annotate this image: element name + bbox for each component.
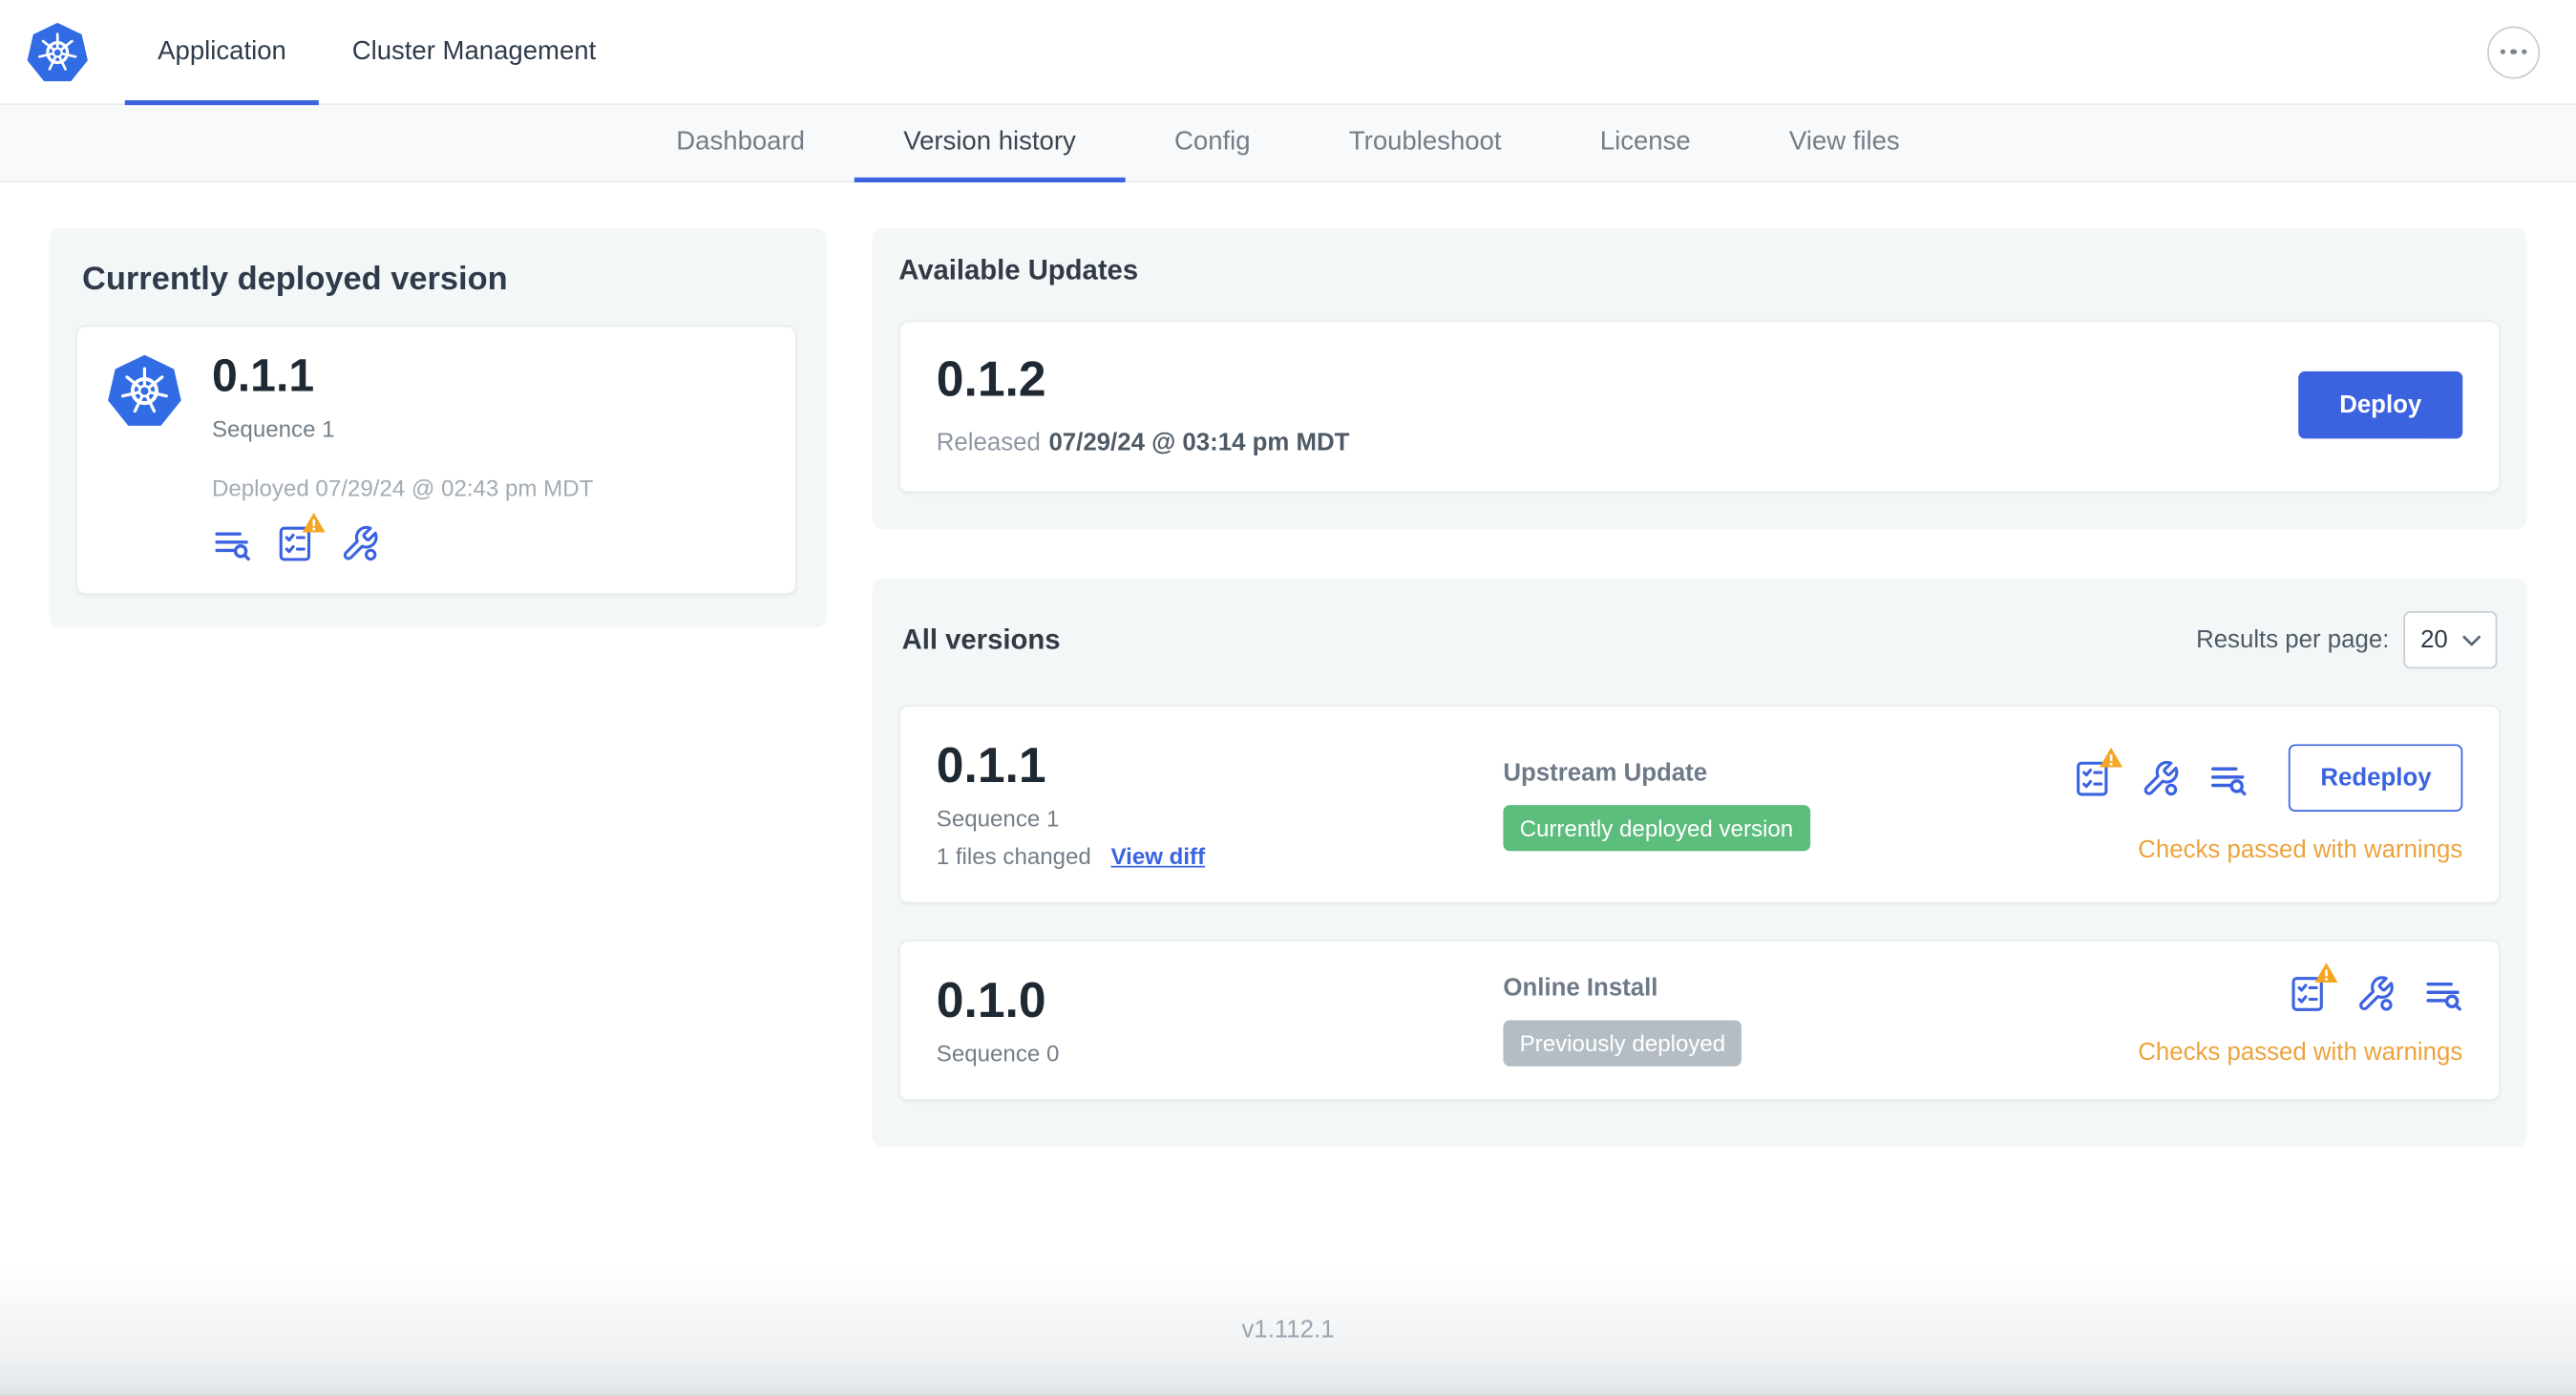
redeploy-button[interactable]: Redeploy (2289, 744, 2463, 813)
results-per-page-select[interactable]: 20 (2403, 611, 2498, 669)
all-versions-header: All versions Results per page: 20 (898, 604, 2501, 669)
currently-deployed-panel: Currently deployed version 0.1.1 Sequenc… (49, 228, 827, 628)
warning-triangle-icon (303, 513, 326, 533)
results-per-page-value: 20 (2420, 625, 2448, 654)
update-version-number: 0.1.2 (936, 352, 1046, 408)
row-version-number: 0.1.0 (936, 974, 1046, 1029)
row-files-line: 1 files changed View diff (937, 843, 1504, 870)
subnav-version-history-label: Version history (903, 128, 1076, 157)
subnav-view-files-label: View files (1788, 128, 1900, 157)
subnav-view-files[interactable]: View files (1740, 105, 1949, 180)
warning-triangle-icon (2314, 962, 2337, 983)
tab-cluster-management[interactable]: Cluster Management (319, 0, 628, 103)
tab-application-label: Application (158, 36, 286, 65)
subnav-config-label: Config (1174, 128, 1251, 157)
currently-deployed-title: Currently deployed version (82, 261, 508, 298)
main-content: Currently deployed version 0.1.1 Sequenc… (0, 182, 2576, 1261)
top-navbar: Application Cluster Management (0, 0, 2576, 106)
version-row-middle: Online Install Previously deployed (1503, 974, 2138, 1067)
release-notes-icon[interactable] (2208, 758, 2248, 797)
version-row-right: Redeploy Checks passed with warnings (2074, 744, 2463, 865)
row-sequence: Sequence 1 (936, 805, 1060, 832)
tab-application[interactable]: Application (124, 0, 320, 106)
version-row: 0.1.1 Sequence 1 1 files changed View di… (898, 705, 2501, 904)
available-updates-title: Available Updates (898, 254, 1139, 286)
deployed-actions (212, 524, 593, 563)
release-notes-icon[interactable] (2423, 974, 2462, 1013)
edit-config-icon[interactable] (2142, 758, 2181, 797)
preflight-status-text: Checks passed with warnings (2138, 835, 2463, 865)
chevron-down-icon (2462, 633, 2481, 646)
kubernetes-logo-icon (27, 21, 89, 83)
preflight-checks-icon[interactable] (2289, 974, 2328, 1013)
status-badge: Currently deployed version (1503, 804, 1810, 851)
subnav-dashboard-label: Dashboard (676, 128, 805, 157)
app-logo (20, 0, 125, 103)
warning-triangle-icon (2101, 747, 2123, 767)
row-version-number: 0.1.1 (936, 739, 1046, 794)
version-row-left: 0.1.0 Sequence 0 (937, 974, 1504, 1066)
update-info: 0.1.2 Released 07/29/24 @ 03:14 pm MDT (937, 353, 1350, 456)
deployed-version-card: 0.1.1 Sequence 1 Deployed 07/29/24 @ 02:… (75, 325, 797, 595)
deployed-sequence: Sequence 1 (211, 415, 335, 442)
release-notes-icon[interactable] (212, 524, 251, 563)
version-row-middle: Upstream Update Currently deployed versi… (1503, 758, 2074, 851)
version-row: 0.1.0 Sequence 0 Online Install Previous… (898, 940, 2501, 1101)
released-label: Released (936, 429, 1041, 457)
subnav-troubleshoot[interactable]: Troubleshoot (1299, 105, 1551, 180)
subnav-version-history[interactable]: Version history (854, 105, 1126, 182)
ellipsis-icon (2500, 49, 2527, 55)
results-per-page-label: Results per page: (2196, 625, 2390, 654)
preflight-status-text: Checks passed with warnings (2138, 1038, 2463, 1067)
subnav-config[interactable]: Config (1125, 105, 1299, 180)
preflight-checks-icon[interactable] (276, 524, 315, 563)
version-row-left: 0.1.1 Sequence 1 1 files changed View di… (937, 739, 1504, 869)
edit-config-icon[interactable] (340, 524, 379, 563)
subnav-license-label: License (1599, 128, 1691, 157)
deployed-timestamp: Deployed 07/29/24 @ 02:43 pm MDT (211, 475, 594, 501)
files-changed-label: 1 files changed (936, 842, 1091, 870)
deployed-version-info: 0.1.1 Sequence 1 Deployed 07/29/24 @ 02:… (212, 350, 593, 564)
preflight-checks-icon[interactable] (2074, 758, 2113, 797)
deploy-button[interactable]: Deploy (2298, 370, 2463, 439)
subnav-dashboard[interactable]: Dashboard (627, 105, 855, 180)
row-source-label: Upstream Update (1503, 758, 1708, 787)
available-updates-panel: Available Updates 0.1.2 Released 07/29/24… (872, 228, 2527, 530)
subnav-troubleshoot-label: Troubleshoot (1348, 128, 1502, 157)
edit-config-icon[interactable] (2355, 974, 2395, 1013)
row-sequence: Sequence 0 (936, 1040, 1060, 1067)
version-row-right: Checks passed with warnings (2138, 974, 2463, 1067)
deployed-version-number: 0.1.1 (211, 349, 315, 401)
released-date: 07/29/24 @ 03:14 pm MDT (1048, 429, 1350, 457)
app-subnav: Dashboard Version history Config Trouble… (0, 105, 2576, 182)
tab-cluster-management-label: Cluster Management (351, 36, 597, 65)
all-versions-title: All versions (901, 623, 1061, 655)
admin-console: Application Cluster Management Dashboard… (0, 0, 2576, 1396)
more-menu-button[interactable] (2487, 25, 2541, 78)
update-card: 0.1.2 Released 07/29/24 @ 03:14 pm MDT De… (898, 320, 2501, 494)
row-actions (2138, 974, 2462, 1013)
status-badge: Previously deployed (1503, 1020, 1742, 1067)
all-versions-panel: All versions Results per page: 20 0.1.1 … (872, 578, 2527, 1148)
row-actions: Redeploy (2074, 744, 2463, 813)
footer: v1.112.1 (0, 1261, 2576, 1396)
update-released-line: Released 07/29/24 @ 03:14 pm MDT (937, 429, 1350, 456)
right-column: Available Updates 0.1.2 Released 07/29/24… (872, 228, 2527, 1148)
console-version: v1.112.1 (1241, 1315, 1335, 1343)
subnav-license[interactable]: License (1551, 105, 1740, 180)
kubernetes-logo-icon (107, 353, 182, 429)
row-source-label: Online Install (1503, 974, 1658, 1003)
view-diff-link[interactable]: View diff (1110, 843, 1205, 870)
results-per-page: Results per page: 20 (2196, 611, 2498, 669)
